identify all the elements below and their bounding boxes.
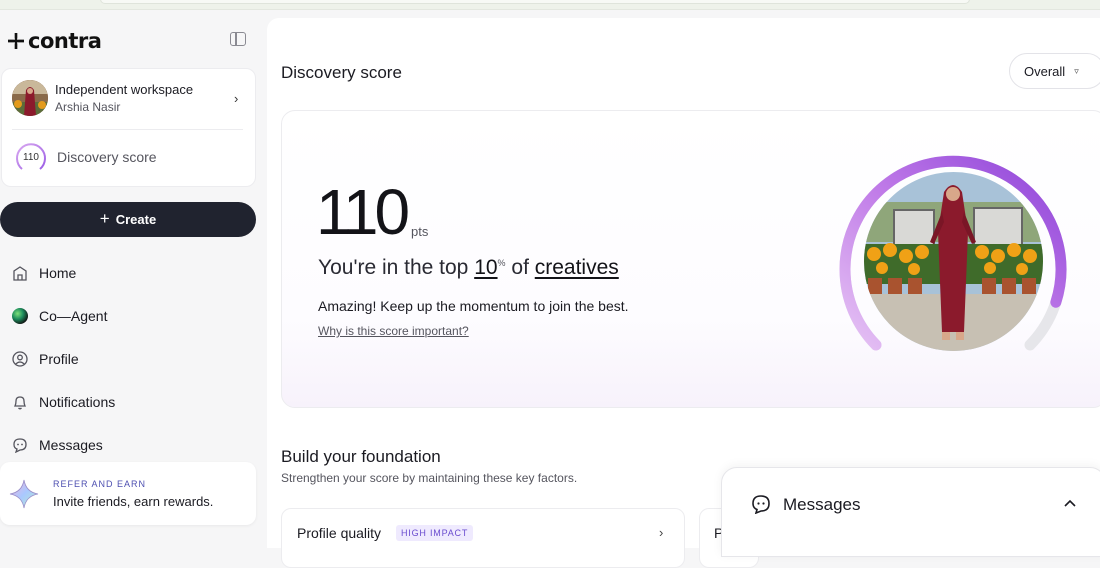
overall-dropdown[interactable]: Overall ▿ <box>1009 53 1100 89</box>
rank-group-link[interactable]: creatives <box>535 256 619 279</box>
co-agent-icon <box>12 308 28 324</box>
chat-icon <box>13 438 27 453</box>
home-icon <box>13 266 27 281</box>
foundation-title: Build your foundation <box>281 447 441 466</box>
divider <box>12 129 243 130</box>
chevron-down-icon: ▿ <box>1074 65 1079 76</box>
sidebar-item-label: Profile <box>39 351 79 367</box>
workspace-title: Independent workspace <box>55 82 194 97</box>
sidebar-item-co-agent[interactable]: Co—Agent <box>12 308 107 324</box>
card-title: Profile quality <box>297 525 382 541</box>
profile-photo <box>864 172 1043 351</box>
workspace-card[interactable]: Independent workspace Arshia Nasir › 110… <box>1 68 256 187</box>
avatar <box>12 80 48 116</box>
rank-percent: % <box>497 258 506 268</box>
score-card: 110 pts You're in the top 10% of creativ… <box>281 110 1100 408</box>
refer-kicker: REFER AND EARN <box>53 479 147 489</box>
profile-icon <box>12 351 28 367</box>
browser-top-strip <box>0 0 1100 10</box>
score-message: Amazing! Keep up the momentum to join th… <box>318 298 629 314</box>
plus-icon: + <box>99 208 110 228</box>
sidebar-item-label: Home <box>39 265 77 281</box>
create-button[interactable]: + Create <box>0 202 256 237</box>
chevron-right-icon: › <box>659 525 664 540</box>
refer-title: Invite friends, earn rewards. <box>53 494 214 509</box>
messages-panel-title: Messages <box>783 495 861 514</box>
sidebar-item-profile[interactable]: Profile <box>12 351 79 367</box>
why-score-link[interactable]: Why is this score important? <box>318 324 469 338</box>
sidebar-item-label: Notifications <box>39 394 116 410</box>
score-value: 110 <box>316 176 410 248</box>
brand-name: contra <box>28 29 102 53</box>
profile-quality-card[interactable]: Profile quality HIGH IMPACT › <box>281 508 685 568</box>
address-bar[interactable] <box>100 0 970 4</box>
sidebar-toggle-icon[interactable] <box>230 32 246 46</box>
impact-badge: HIGH IMPACT <box>396 525 474 541</box>
score-ring <box>830 141 1070 361</box>
sidebar-item-messages[interactable]: Messages <box>12 437 103 453</box>
contra-logo[interactable]: contra <box>8 29 102 53</box>
rank-mid: of <box>505 256 535 279</box>
discovery-score-link[interactable]: Discovery score <box>57 149 157 165</box>
score-unit: pts <box>411 224 429 239</box>
mini-score-value: 110 <box>23 152 39 163</box>
sidebar-item-notifications[interactable]: Notifications <box>12 394 115 410</box>
bell-icon <box>13 396 27 410</box>
sidebar: contra Independent workspace Arshia Nasi… <box>0 11 266 537</box>
chat-icon <box>752 495 770 514</box>
workspace-user: Arshia Nasir <box>55 100 121 114</box>
chevron-right-icon: › <box>234 91 239 106</box>
refer-and-earn-card[interactable]: REFER AND EARN Invite friends, earn rewa… <box>0 462 256 525</box>
sparkle-icon <box>9 479 39 509</box>
rank-value: 10 <box>474 256 498 279</box>
page-title: Discovery score <box>281 63 402 82</box>
sidebar-item-label: Messages <box>39 437 103 453</box>
foundation-subtitle: Strengthen your score by maintaining the… <box>281 471 578 485</box>
dropdown-value: Overall <box>1024 63 1066 79</box>
rank-line: You're in the top 10% of creatives <box>318 256 619 280</box>
contra-logo-icon <box>8 33 24 49</box>
create-label: Create <box>115 212 157 227</box>
sidebar-item-home[interactable]: Home <box>12 265 76 281</box>
sidebar-item-label: Co—Agent <box>39 308 108 324</box>
rank-prefix: You're in the top <box>318 256 475 279</box>
chevron-up-icon[interactable] <box>1063 496 1077 510</box>
messages-panel[interactable]: Messages <box>721 467 1100 557</box>
